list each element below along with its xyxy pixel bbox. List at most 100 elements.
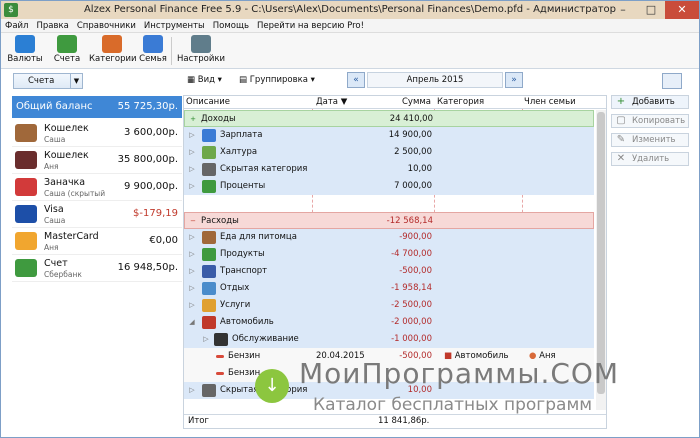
menu-item-4[interactable]: Помощь [209,19,253,33]
toolbar-family-button[interactable]: Семья [137,35,169,67]
row-amount: 7 000,00 [394,181,432,191]
col-date[interactable]: Дата ▼ [316,97,347,107]
expand-icon[interactable]: ▷ [188,246,196,263]
toolbar-categories-button[interactable]: Категории [89,35,137,67]
close-button[interactable]: ✕ [665,1,699,19]
layout-toggle-icon[interactable] [662,73,682,89]
col-member[interactable]: Член семьи [524,97,576,107]
account-owner: Аня [44,162,59,171]
expand-icon[interactable]: ▷ [188,382,196,399]
account-item[interactable]: Счет Сбербанк 16 948,50р. [12,255,182,282]
accounts-dropdown[interactable]: Счета ▼ [13,73,83,89]
row-description: Скрытая категория [220,164,308,174]
row-amount: -2 500,00 [391,300,432,310]
prev-period-button[interactable]: « [347,72,365,88]
table-row[interactable]: ▷ Продукты -4 700,00 [184,246,594,263]
row-description: Автомобиль [220,317,274,327]
row-description: Расходы [201,216,239,226]
table-header: Описание Дата ▼ Сумма Категория Член сем… [184,96,606,109]
row-amount: -900,00 [399,232,432,242]
edit-icon: ✎ [616,134,626,145]
chevron-down-icon[interactable]: ▼ [70,74,82,88]
col-amount[interactable]: Сумма [402,97,431,107]
action-label: Удалить [632,154,670,164]
table-row[interactable]: ▷ Отдых -1 958,14 [184,280,594,297]
account-item[interactable]: MasterCard Аня €0,00 [12,228,182,255]
table-row[interactable]: ▷ Еда для питомца -900,00 [184,229,594,246]
menu-item-0[interactable]: Файл [1,19,32,33]
minimize-button[interactable]: – [611,1,635,19]
account-icon [15,205,37,223]
row-amount: -1 000,00 [391,334,432,344]
action-button-3[interactable]: ✕ Удалить [611,152,689,166]
scroll-thumb[interactable] [597,112,605,394]
account-item[interactable]: Заначка Саша (скрытый 9 900,00р. [12,174,182,201]
category-icon [202,282,216,295]
expand-icon[interactable]: − [189,213,197,230]
row-amount: 24 410,00 [389,114,433,124]
account-item[interactable]: Visa Саша $-179,19 [12,201,182,228]
expand-icon[interactable]: ◢ [188,314,196,331]
table-row[interactable]: ▷ Проценты 7 000,00 [184,178,594,195]
expand-icon[interactable]: ▷ [188,263,196,280]
col-description[interactable]: Описание [186,97,230,107]
menu-item-2[interactable]: Справочники [73,19,140,33]
action-label: Изменить [632,135,676,145]
account-owner: Саша [44,216,66,225]
toolbar-accounts-button[interactable]: Счета [47,35,87,67]
delete-icon: ✕ [616,153,626,164]
category-icon [202,265,216,278]
account-item[interactable]: Кошелек Саша 3 600,00р. [12,120,182,147]
table-row[interactable]: ▷ Обслуживание -1 000,00 [184,331,594,348]
expand-icon[interactable]: ▷ [188,280,196,297]
minus-icon [216,372,224,375]
total-balance[interactable]: Общий баланс 55 725,30р. [12,96,182,118]
watermark-subtitle: Каталог бесплатных программ [313,395,593,415]
toolbar-settings-button[interactable]: Настройки [177,35,225,67]
category-icon [202,299,216,312]
expand-icon[interactable]: ▷ [188,127,196,144]
next-period-button[interactable]: » [505,72,523,88]
expand-icon[interactable]: ▷ [188,297,196,314]
menu-bar: Файл Правка Справочники Инструменты Помощь Пе… [1,19,699,33]
expand-icon[interactable]: ▷ [188,178,196,195]
account-item[interactable]: Кошелек Аня 35 800,00р. [12,147,182,174]
account-name: Кошелек [44,150,89,161]
menu-item-3[interactable]: Инструменты [140,19,209,33]
account-name: Visa [44,204,64,215]
row-description: Обслуживание [232,334,299,344]
view-button[interactable]: ▦ Вид ▾ [187,73,222,87]
add-icon: + [616,96,626,107]
action-button-0[interactable]: + Добавить [611,95,689,109]
table-row[interactable]: − Расходы -12 568,14 [184,212,594,229]
account-name: Заначка [44,177,86,188]
expand-icon[interactable]: ▷ [188,161,196,178]
table-row[interactable]: + Доходы 24 410,00 [184,110,594,127]
grouping-button[interactable]: ▤ Группировка ▾ [239,73,315,87]
row-amount: 2 500,00 [394,147,432,157]
menu-item-5[interactable]: Перейти на версию Pro! [253,19,368,33]
expand-icon[interactable]: ▷ [188,144,196,161]
watermark-title: МоиПрограммы.СОМ [299,357,620,390]
menu-item-1[interactable]: Правка [32,19,72,33]
action-button-1[interactable]: ▢ Копировать [611,114,689,128]
view-bar: ▦ Вид ▾ ▤ Группировка ▾ « Апрель 2015 » [181,69,699,91]
title-bar: $ Alzex Personal Finance Free 5.9 - C:\U… [1,1,699,19]
action-button-2[interactable]: ✎ Изменить [611,133,689,147]
table-row[interactable]: ▷ Услуги -2 500,00 [184,297,594,314]
table-row[interactable]: ▷ Зарплата 14 900,00 [184,127,594,144]
table-row[interactable]: ▷ Скрытая категория 10,00 [184,161,594,178]
table-row[interactable]: ▷ Транспорт -500,00 [184,263,594,280]
table-row[interactable]: ▷ Халтура 2 500,00 [184,144,594,161]
toolbar-separator [171,37,172,65]
expand-icon[interactable]: + [189,111,197,128]
row-description: Доходы [201,114,236,124]
maximize-button[interactable]: □ [639,1,663,19]
table-row[interactable]: ◢ Автомобиль -2 000,00 [184,314,594,331]
col-category[interactable]: Категория [437,97,484,107]
row-amount: -4 700,00 [391,249,432,259]
toolbar-currencies-button[interactable]: Валюты [5,35,45,67]
expand-icon[interactable]: ▷ [202,331,210,348]
expand-icon[interactable]: ▷ [188,229,196,246]
app-icon: $ [4,3,18,17]
